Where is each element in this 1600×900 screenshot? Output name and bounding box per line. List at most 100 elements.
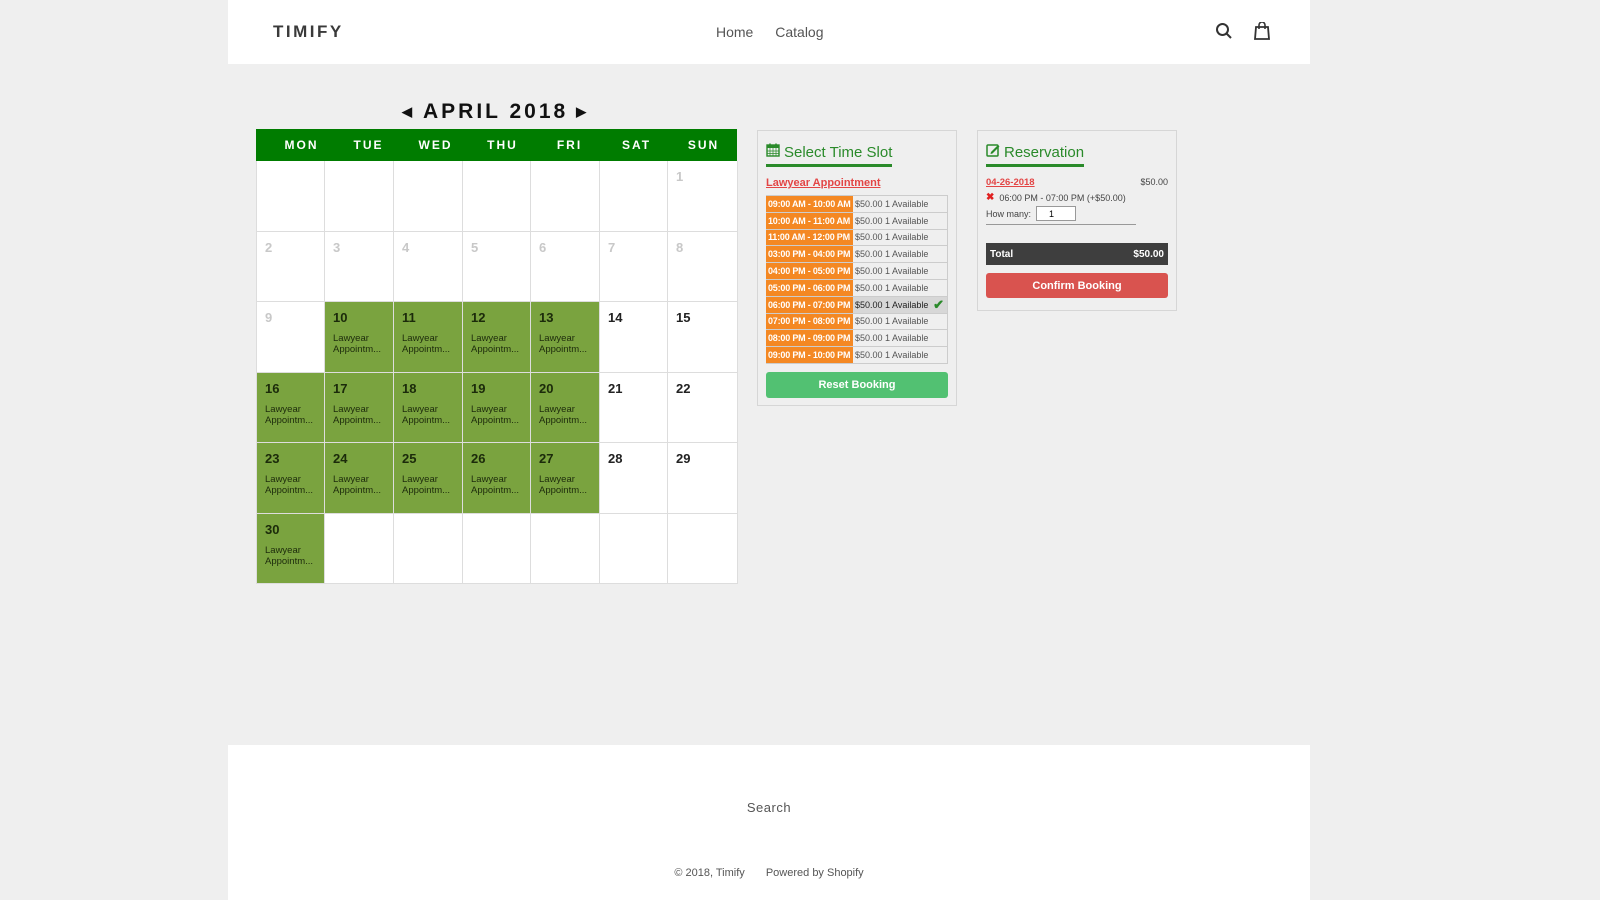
time-slot-info: $50.00 1 Available ✔	[853, 297, 947, 313]
calendar-day-cell[interactable]: 23 Lawyear Appointm...	[257, 443, 325, 514]
calendar-day-cell[interactable]: 16 Lawyear Appointm...	[257, 372, 325, 443]
calendar-day-cell: 14	[600, 302, 668, 373]
time-slot-time: 07:00 PM - 08:00 PM	[766, 313, 853, 330]
time-slot-row[interactable]: 07:00 PM - 08:00 PM $50.00 1 Available	[766, 313, 948, 331]
time-slot-time: 11:00 AM - 12:00 PM	[766, 229, 853, 246]
time-slot-info: $50.00 1 Available	[853, 313, 947, 330]
footer-search-link[interactable]: Search	[228, 800, 1310, 815]
service-link[interactable]: Lawyear Appointment	[766, 177, 948, 189]
calendar-day-cell[interactable]: 11 Lawyear Appointm...	[394, 302, 463, 373]
edit-icon	[986, 143, 1000, 161]
calendar: MON TUE WED THU FRI SAT SUN 1 2 3 4 5 6 7 8 9 10 L…	[256, 129, 738, 584]
quantity-row: How many:	[986, 206, 1136, 225]
powered-by-text[interactable]: Powered by Shopify	[766, 867, 864, 879]
day-number: 25	[402, 451, 417, 466]
calendar-day-cell[interactable]: 18 Lawyear Appointm...	[394, 372, 463, 443]
time-slot-row[interactable]: 11:00 AM - 12:00 PM $50.00 1 Available	[766, 229, 948, 247]
day-event-label: Lawyear Appointm...	[402, 403, 451, 426]
calendar-day-cell: 5	[463, 231, 531, 302]
reservation-price: $50.00	[1140, 177, 1168, 187]
total-value: $50.00	[1133, 248, 1164, 260]
next-month-icon[interactable]: ▶	[576, 104, 589, 120]
day-number: 22	[676, 380, 691, 396]
day-number: 14	[608, 310, 623, 325]
time-slot-info-text: $50.00 1 Available	[855, 232, 929, 243]
quantity-input[interactable]	[1036, 206, 1077, 221]
search-icon[interactable]	[1214, 20, 1234, 42]
day-number: 29	[676, 451, 691, 466]
reset-booking-button[interactable]: Reset Booking	[766, 371, 948, 398]
time-slot-info: $50.00 1 Available	[853, 212, 947, 229]
time-slot-time: 05:00 PM - 06:00 PM	[766, 279, 853, 296]
day-number: 23	[265, 451, 280, 466]
day-number: 17	[333, 380, 348, 396]
calendar-day-cell[interactable]: 10 Lawyear Appointm...	[325, 302, 394, 373]
calendar-day-cell[interactable]: 17 Lawyear Appointm...	[325, 372, 394, 443]
day-number: 10	[333, 310, 348, 325]
day-event-label: Lawyear Appointm...	[539, 403, 588, 426]
time-slot-info: $50.00 1 Available	[853, 246, 947, 263]
reservation-title-text: Reservation	[1004, 143, 1085, 161]
calendar-empty-cell	[531, 513, 600, 584]
day-number: 12	[471, 310, 486, 325]
nav-home[interactable]: Home	[716, 24, 753, 40]
calendar-empty-cell	[325, 513, 394, 584]
time-slot-time: 06:00 PM - 07:00 PM	[766, 296, 853, 313]
calendar-day-cell: 21	[600, 372, 668, 443]
reservation-panel: Reservation 04-26-2018 $50.00 ✖ 06:00 PM…	[977, 130, 1177, 311]
day-number: 24	[333, 451, 348, 466]
time-slot-row[interactable]: 05:00 PM - 06:00 PM $50.00 1 Available	[766, 279, 948, 297]
remove-icon[interactable]: ✖	[986, 192, 994, 203]
day-number: 5	[471, 239, 479, 255]
day-event-label: Lawyear Appointm...	[265, 544, 314, 567]
time-slot-row[interactable]: 10:00 AM - 11:00 AM $50.00 1 Available	[766, 212, 948, 230]
calendar-day-cell: 29	[668, 443, 738, 514]
calendar-empty-cell	[394, 513, 463, 584]
time-slot-row[interactable]: 03:00 PM - 04:00 PM $50.00 1 Available	[766, 246, 948, 264]
day-event-label: Lawyear Appointm...	[539, 333, 588, 355]
main-nav: Home Catalog	[716, 24, 842, 40]
calendar-day-cell[interactable]: 30 Lawyear Appointm...	[257, 513, 325, 584]
calendar-day-cell[interactable]: 19 Lawyear Appointm...	[463, 372, 531, 443]
day-event-label: Lawyear Appointm...	[333, 403, 382, 426]
calendar-day-cell[interactable]: 12 Lawyear Appointm...	[463, 302, 531, 373]
calendar-icon	[766, 143, 780, 161]
time-slot-info-text: $50.00 1 Available	[855, 266, 929, 277]
footer-copyright: © 2018, Timify Powered by Shopify	[228, 867, 1310, 879]
calendar-empty-cell	[531, 161, 600, 232]
day-number: 3	[333, 239, 341, 255]
calendar-day-cell[interactable]: 13 Lawyear Appointm...	[531, 302, 600, 373]
time-slot-row[interactable]: 06:00 PM - 07:00 PM $50.00 1 Available ✔	[766, 297, 948, 314]
calendar-day-cell[interactable]: 20 Lawyear Appointm...	[531, 372, 600, 443]
confirm-booking-button[interactable]: Confirm Booking	[986, 273, 1168, 298]
checkmark-icon: ✔	[933, 296, 944, 312]
calendar-day-cell: 7	[600, 231, 668, 302]
day-number: 21	[608, 380, 623, 396]
time-slot-row[interactable]: 09:00 AM - 10:00 AM $50.00 1 Available	[766, 196, 948, 213]
time-slot-row[interactable]: 09:00 PM - 10:00 PM $50.00 1 Available	[766, 347, 948, 364]
calendar-empty-cell	[600, 513, 668, 584]
site-logo[interactable]: TIMIFY	[273, 22, 344, 42]
reservation-date-row: 04-26-2018 $50.00	[986, 177, 1168, 188]
site-header: TIMIFY Home Catalog	[228, 0, 1310, 64]
day-number: 19	[471, 380, 486, 396]
day-number: 16	[265, 380, 280, 396]
time-slot-row[interactable]: 04:00 PM - 05:00 PM $50.00 1 Available	[766, 263, 948, 280]
calendar-day-cell[interactable]: 26 Lawyear Appointm...	[463, 443, 531, 514]
time-slot-title-text: Select Time Slot	[784, 143, 893, 161]
time-slot-time: 09:00 PM - 10:00 PM	[766, 347, 853, 363]
prev-month-icon[interactable]: ◀	[402, 104, 415, 120]
calendar-day-cell: 3	[325, 231, 394, 302]
weekday-header: MON TUE WED THU FRI SAT SUN	[256, 129, 737, 161]
calendar-day-cell: 9	[257, 302, 325, 373]
calendar-day-cell: 1	[668, 161, 738, 232]
calendar-day-cell[interactable]: 27 Lawyear Appointm...	[531, 443, 600, 514]
calendar-day-cell[interactable]: 24 Lawyear Appointm...	[325, 443, 394, 514]
cart-bag-icon[interactable]	[1252, 20, 1272, 42]
reservation-date[interactable]: 04-26-2018	[986, 177, 1035, 188]
copyright-text[interactable]: © 2018, Timify	[674, 867, 744, 879]
nav-catalog[interactable]: Catalog	[775, 24, 823, 40]
time-slot-row[interactable]: 08:00 PM - 09:00 PM $50.00 1 Available	[766, 330, 948, 348]
calendar-day-cell[interactable]: 25 Lawyear Appointm...	[394, 443, 463, 514]
time-slot-info: $50.00 1 Available	[853, 263, 947, 279]
